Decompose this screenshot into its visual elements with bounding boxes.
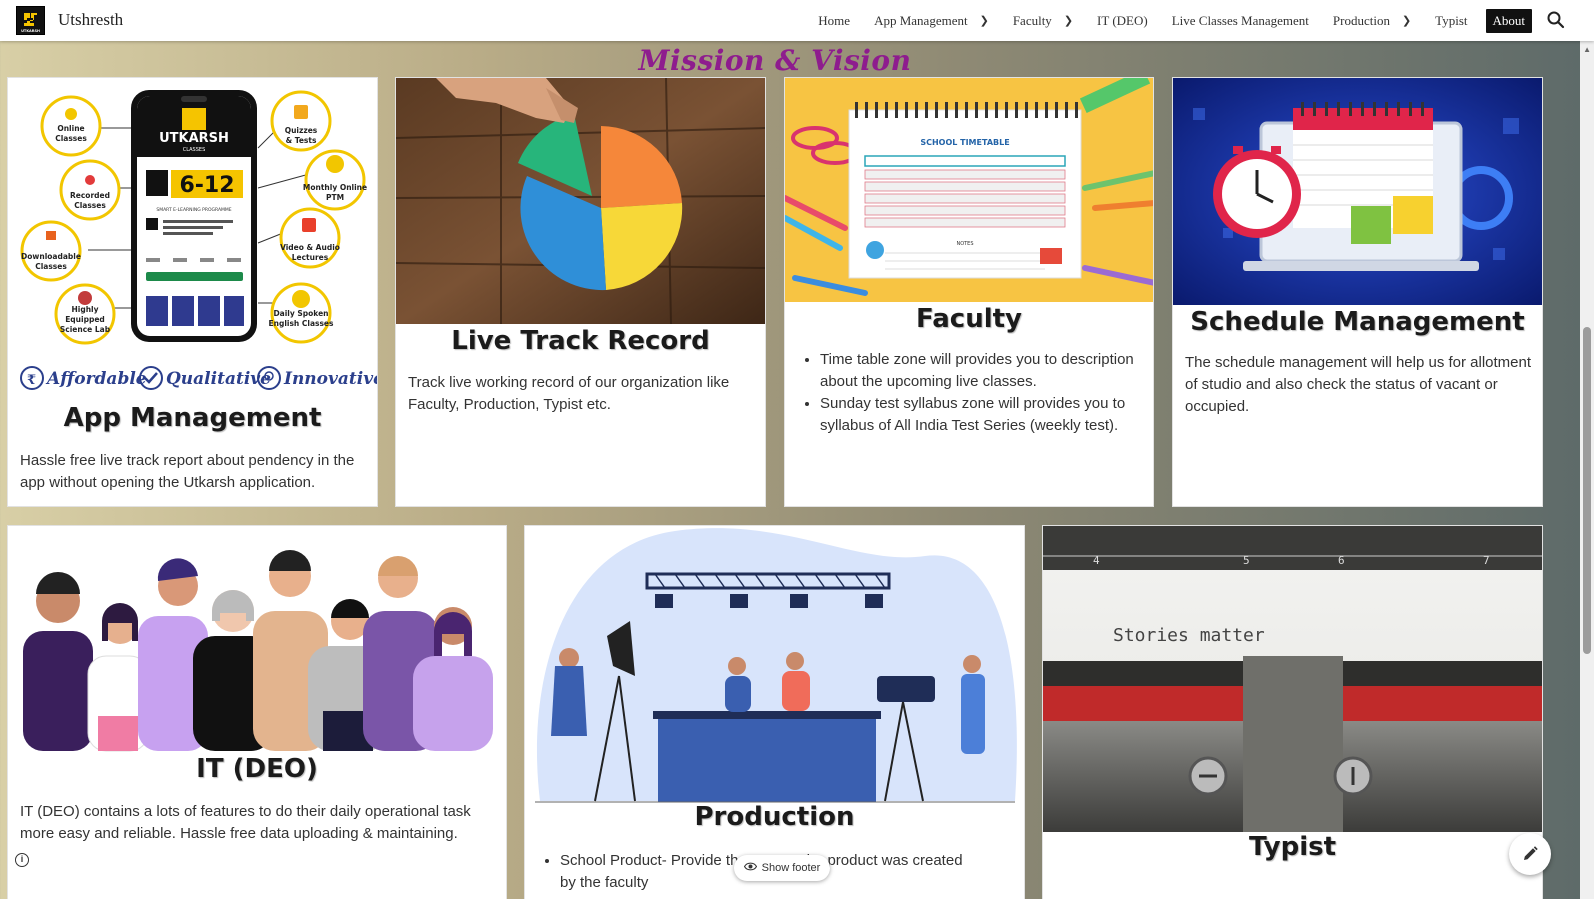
tag-affordable: Affordable [45,369,147,389]
card-faculty[interactable]: SCHOOL TIMETABLE NOTES Faculty Time tabl… [784,77,1154,507]
svg-text:Daily Spoken: Daily Spoken [273,309,328,318]
svg-text:7: 7 [1483,554,1490,567]
live-track-image [396,78,765,324]
app-brand-text: UTKARSH [159,131,229,146]
edit-pencil-button[interactable] [1509,833,1551,875]
svg-text:Quizzes: Quizzes [285,126,318,135]
nav-live-classes[interactable]: Live Classes Management [1160,13,1321,29]
main-nav: Home App Management ❯ Faculty ❯ IT (DEO) L… [806,0,1532,41]
svg-text:Highly: Highly [71,305,98,314]
nav-app-management[interactable]: App Management ❯ [862,13,1001,29]
tag-qualitative: Qualitative [166,369,271,389]
nav-faculty-label: Faculty [1012,12,1052,28]
svg-text:Science Lab: Science Lab [60,325,111,334]
card-title-production: Production [694,802,855,832]
app-program-text: SMART E-LEARNING PROGRAMME [156,207,231,213]
nav-typist[interactable]: Typist [1423,13,1479,29]
tag-innovative: Innovative [283,369,377,389]
eye-icon [743,862,757,874]
page-scrollbar[interactable]: ▲ [1580,41,1594,899]
svg-text:Classes: Classes [55,134,87,143]
app-grade-text: 6-12 [179,173,234,198]
svg-text:Lectures: Lectures [292,253,329,262]
typist-image-text: Stories matter [1113,625,1265,646]
nav-app-management-label: App Management [874,12,968,28]
card-title-it-deo: IT (DEO) [196,754,318,784]
svg-text:English Classes: English Classes [268,319,334,328]
app-brand-sub-text: CLASSES [183,147,206,153]
notes-label: NOTES [956,241,973,247]
schedule-image [1173,78,1542,305]
nav-faculty[interactable]: Faculty ❯ [1001,13,1085,29]
site-logo[interactable]: UTKARSH [16,6,45,35]
show-footer-label: Show footer [761,862,821,874]
chevron-down-icon[interactable]: ❯ [1064,14,1073,27]
svg-text:Recorded: Recorded [70,191,110,200]
card-app-management[interactable]: Online Classes Recorded Classes Downloadab… [7,77,378,507]
faculty-bullet-2: Sunday test syllabus zone will provides … [820,393,1144,437]
production-studio-image [525,526,1024,804]
card-title-typist: Typist [1248,832,1337,862]
it-deo-team-image [8,526,506,756]
svg-text:Online: Online [57,124,84,133]
card-schedule-management[interactable]: Schedule Management The schedule managem… [1172,77,1543,507]
chevron-down-icon[interactable]: ❯ [980,14,989,27]
top-navigation-bar: UTKARSH Utshresth Home App Management ❯ F… [0,0,1594,41]
card-title-live-track-record: Live Track Record [451,326,710,356]
svg-text:4: 4 [1093,554,1100,567]
svg-text:₹: ₹ [27,373,36,388]
faculty-bullet-list: Time table zone will provides you to des… [804,349,1144,437]
svg-text:PTM: PTM [326,193,344,202]
pencil-icon [1524,846,1538,860]
svg-text:Monthly Online: Monthly Online [303,183,367,192]
section-title: Mission & Vision [638,44,912,77]
card-title-faculty: Faculty [916,304,1022,334]
chevron-down-icon[interactable]: ❯ [1402,14,1411,27]
scroll-up-arrow-icon[interactable]: ▲ [1583,45,1591,54]
card-text-faculty: Time table zone will provides you to des… [804,349,1144,437]
card-title-app-management: App Management [63,403,322,433]
svg-text:UTKARSH: UTKARSH [21,29,40,33]
card-title-schedule-management: Schedule Management [1190,307,1525,337]
info-icon[interactable]: i [15,853,29,867]
nav-production-label: Production [1332,12,1390,28]
svg-text:Video & Audio: Video & Audio [280,243,340,252]
card-typist[interactable]: 4 5 6 7 Stories matter Typist [1042,525,1543,899]
nav-it-deo[interactable]: IT (DEO) [1085,13,1160,29]
site-title[interactable]: Utshresth [58,10,123,30]
card-it-deo[interactable]: IT (DEO) IT (DEO) contains a lots of fea… [7,525,507,899]
nav-home[interactable]: Home [806,13,862,29]
show-footer-button[interactable]: Show footer [734,855,830,881]
card-live-track-record[interactable]: Live Track Record Track live working rec… [395,77,766,507]
nav-live-classes-label: Live Classes Management [1171,12,1309,28]
nav-about[interactable]: About [1485,8,1532,33]
faculty-timetable-image: SCHOOL TIMETABLE NOTES [785,78,1153,302]
search-icon[interactable] [1546,10,1566,30]
card-production[interactable]: Production School Product- Provide ththe… [524,525,1025,899]
card-text-schedule-management: The schedule management will help us for… [1185,354,1532,415]
production-bullet-line2: by the faculty [560,874,649,891]
svg-text:6: 6 [1338,554,1345,567]
app-management-image: Online Classes Recorded Classes Downloadab… [8,78,377,400]
nav-about-label: About [1492,12,1526,28]
production-bullet-start: School Product- Provide th [560,852,739,869]
svg-text:Classes: Classes [74,201,106,210]
svg-text:5: 5 [1243,554,1250,567]
nav-home-label: Home [818,12,851,28]
nav-it-deo-label: IT (DEO) [1097,12,1148,28]
svg-text:Equipped: Equipped [65,315,105,324]
nav-typist-label: Typist [1435,12,1468,28]
svg-text:Classes: Classes [35,262,67,271]
scrollbar-thumb[interactable] [1583,327,1591,654]
svg-text:& Tests: & Tests [286,136,317,145]
card-text-app-management: Hassle free live track report about pend… [20,452,355,491]
faculty-bullet-1: Time table zone will provides you to des… [820,349,1144,393]
card-text-live-track-record: Track live working record of our organiz… [408,374,730,413]
timetable-label: SCHOOL TIMETABLE [920,138,1009,147]
svg-text:Downloadable: Downloadable [21,252,81,261]
nav-production[interactable]: Production ❯ [1321,13,1423,29]
card-text-it-deo: IT (DEO) contains a lots of features to … [20,803,471,842]
typist-typewriter-image: 4 5 6 7 Stories matter [1043,526,1542,832]
